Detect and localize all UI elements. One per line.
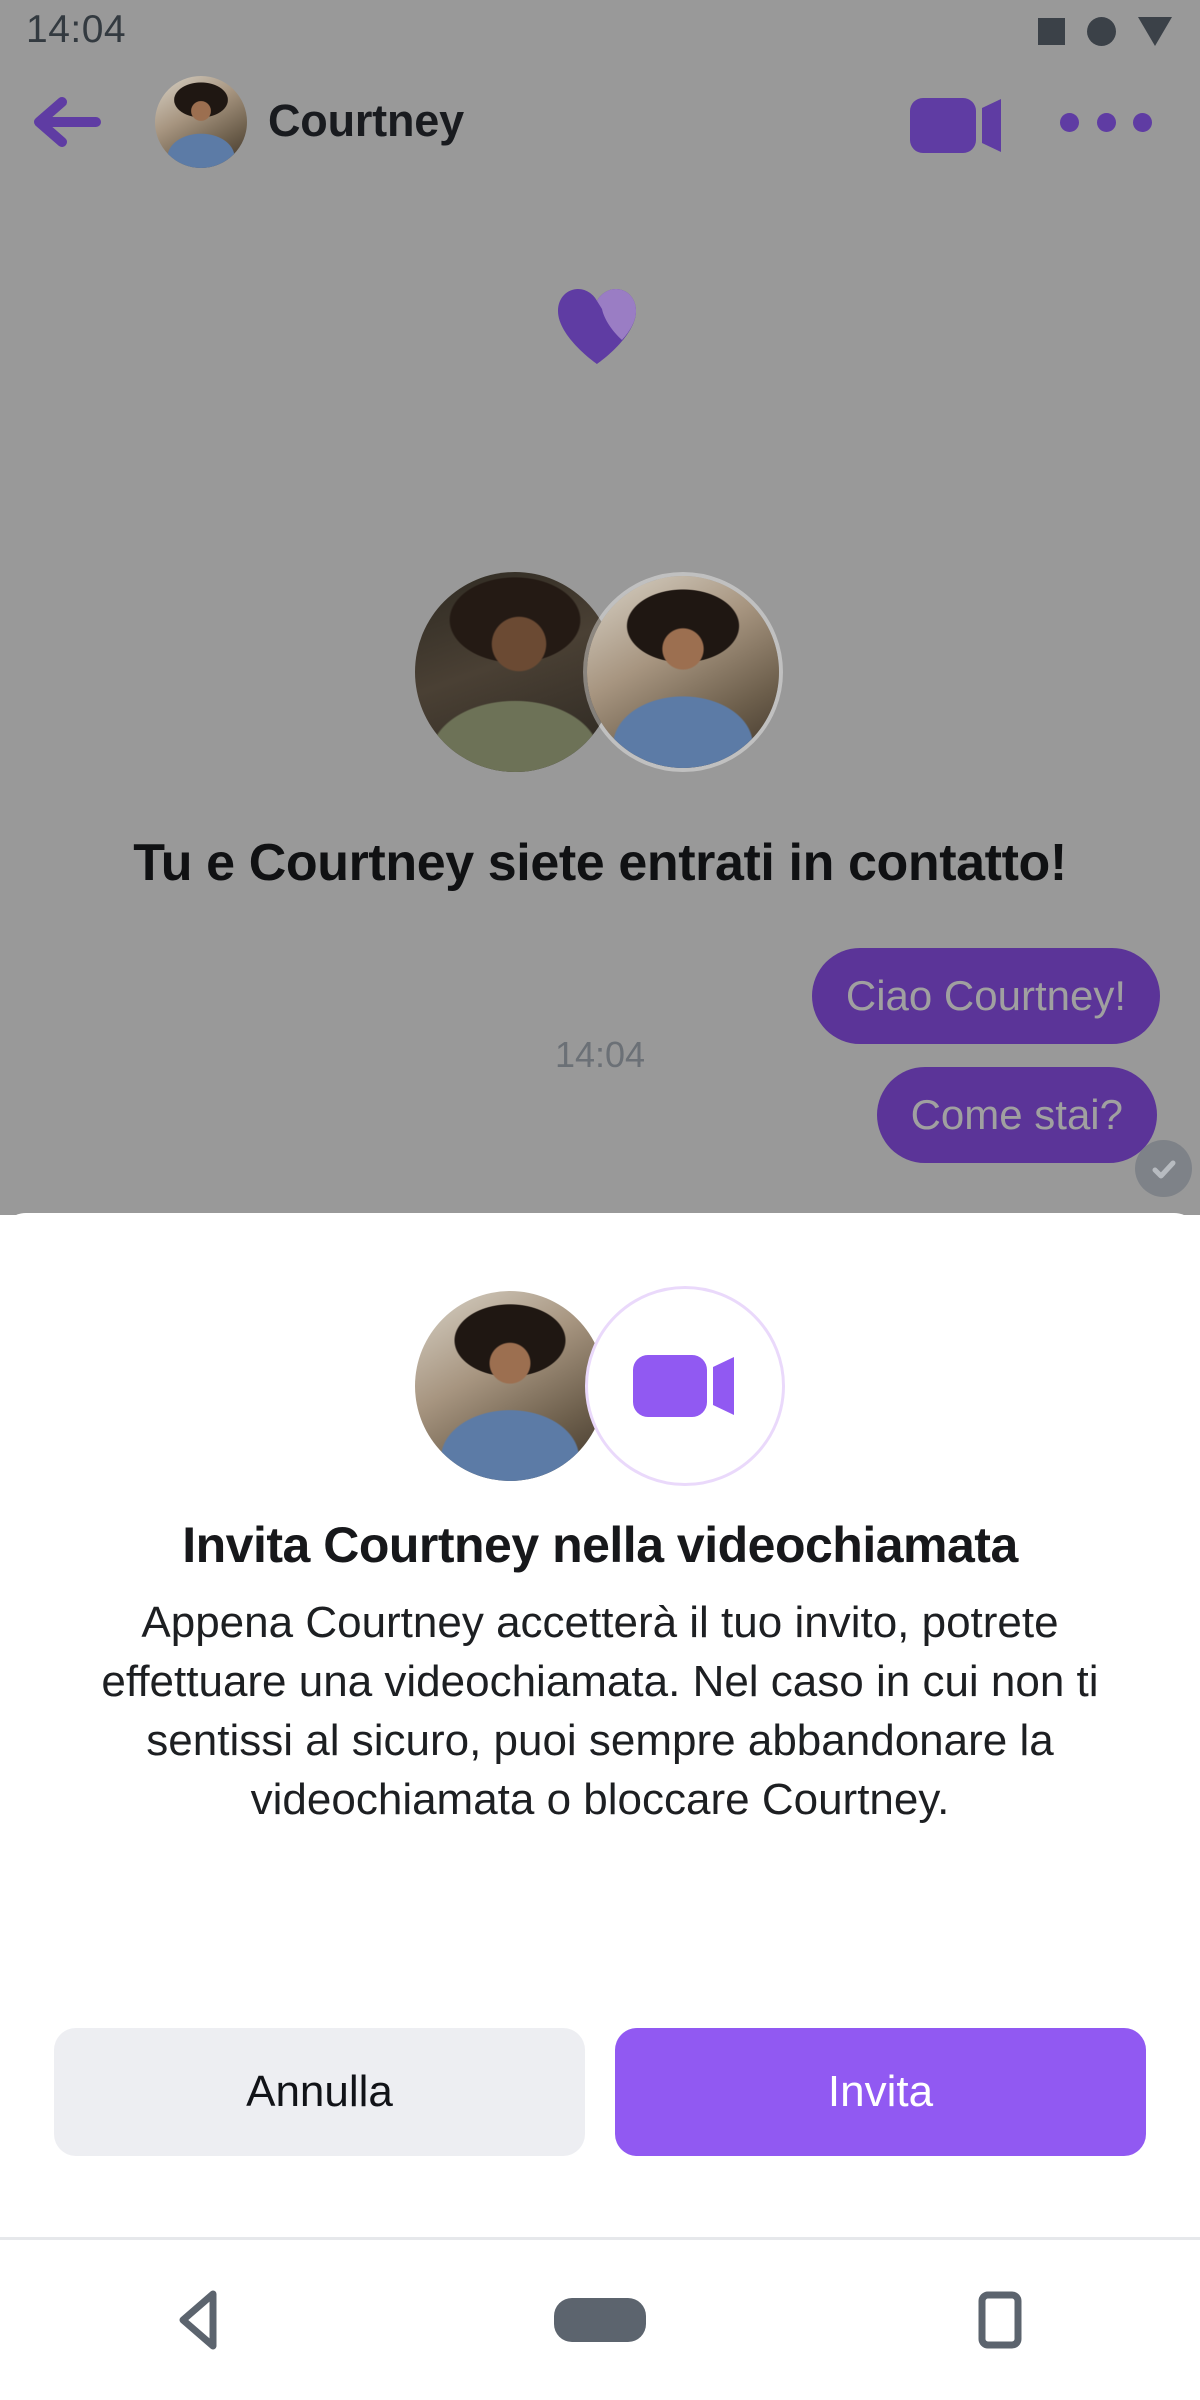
nav-back-triangle-icon	[179, 2290, 217, 2350]
chat-screen-scrim: 14:04 Courtney Tu e Courtney siete entra…	[0, 0, 1200, 1215]
sheet-title: Invita Courtney nella videochiamata	[182, 1517, 1018, 1573]
contact-avatar-image	[155, 76, 247, 168]
more-options-icon	[1133, 112, 1152, 132]
nav-back-button[interactable]	[125, 2265, 275, 2375]
contact-avatar-image	[587, 576, 779, 768]
system-nav-bar	[0, 2240, 1200, 2400]
sheet-video-badge	[585, 1286, 785, 1486]
status-bar-clock: 14:04	[26, 8, 127, 51]
connection-avatar-pair	[410, 572, 790, 782]
nav-home-button[interactable]	[525, 2265, 675, 2375]
check-circle-icon	[1152, 1160, 1175, 1178]
message-bubble[interactable]: Come stai?	[876, 1067, 1157, 1163]
sheet-description: Appena Courtney accetterà il tuo invito,…	[101, 1598, 1099, 1824]
two-tone-heart-icon	[556, 287, 638, 365]
status-bar: 14:04	[0, 0, 1200, 62]
chat-contact-name: Courtney	[268, 95, 464, 146]
sheet-contact-avatar	[415, 1291, 605, 1481]
header-contact-avatar[interactable]	[155, 76, 247, 168]
invite-button[interactable]: Invita	[615, 2028, 1146, 2156]
contact-avatar-image	[415, 1291, 605, 1481]
cancel-button[interactable]: Annulla	[54, 2028, 585, 2156]
chat-header: Courtney	[0, 62, 1200, 182]
circle-icon	[1087, 17, 1116, 46]
read-receipt-badge	[1135, 1140, 1192, 1197]
nav-home-pill-icon	[554, 2298, 646, 2342]
connection-title: Tu e Courtney siete entrati in contatto!	[133, 834, 1067, 892]
more-options-icon	[1060, 112, 1079, 132]
video-camera-icon	[632, 1355, 734, 1417]
more-options-button[interactable]	[1060, 98, 1152, 146]
phone-screen: 14:04 Courtney Tu e Courtney siete entra…	[0, 0, 1200, 2400]
back-arrow-icon	[34, 97, 101, 147]
back-button[interactable]	[32, 90, 104, 154]
triangle-down-icon	[1138, 17, 1172, 46]
contact-avatar	[583, 572, 783, 772]
sheet-illustration	[415, 1286, 785, 1486]
video-call-invite-sheet: Invita Courtney nella videochiamata Appe…	[0, 1213, 1200, 2237]
nav-recents-square-icon	[978, 2291, 1022, 2349]
video-camera-icon	[910, 98, 1001, 153]
square-icon	[1038, 18, 1065, 45]
nav-recents-button[interactable]	[925, 2265, 1075, 2375]
more-options-icon	[1096, 112, 1116, 132]
video-call-button[interactable]	[910, 98, 1005, 153]
message-bubble[interactable]: Ciao Courtney!	[811, 948, 1160, 1044]
status-bar-icons	[1038, 17, 1172, 46]
